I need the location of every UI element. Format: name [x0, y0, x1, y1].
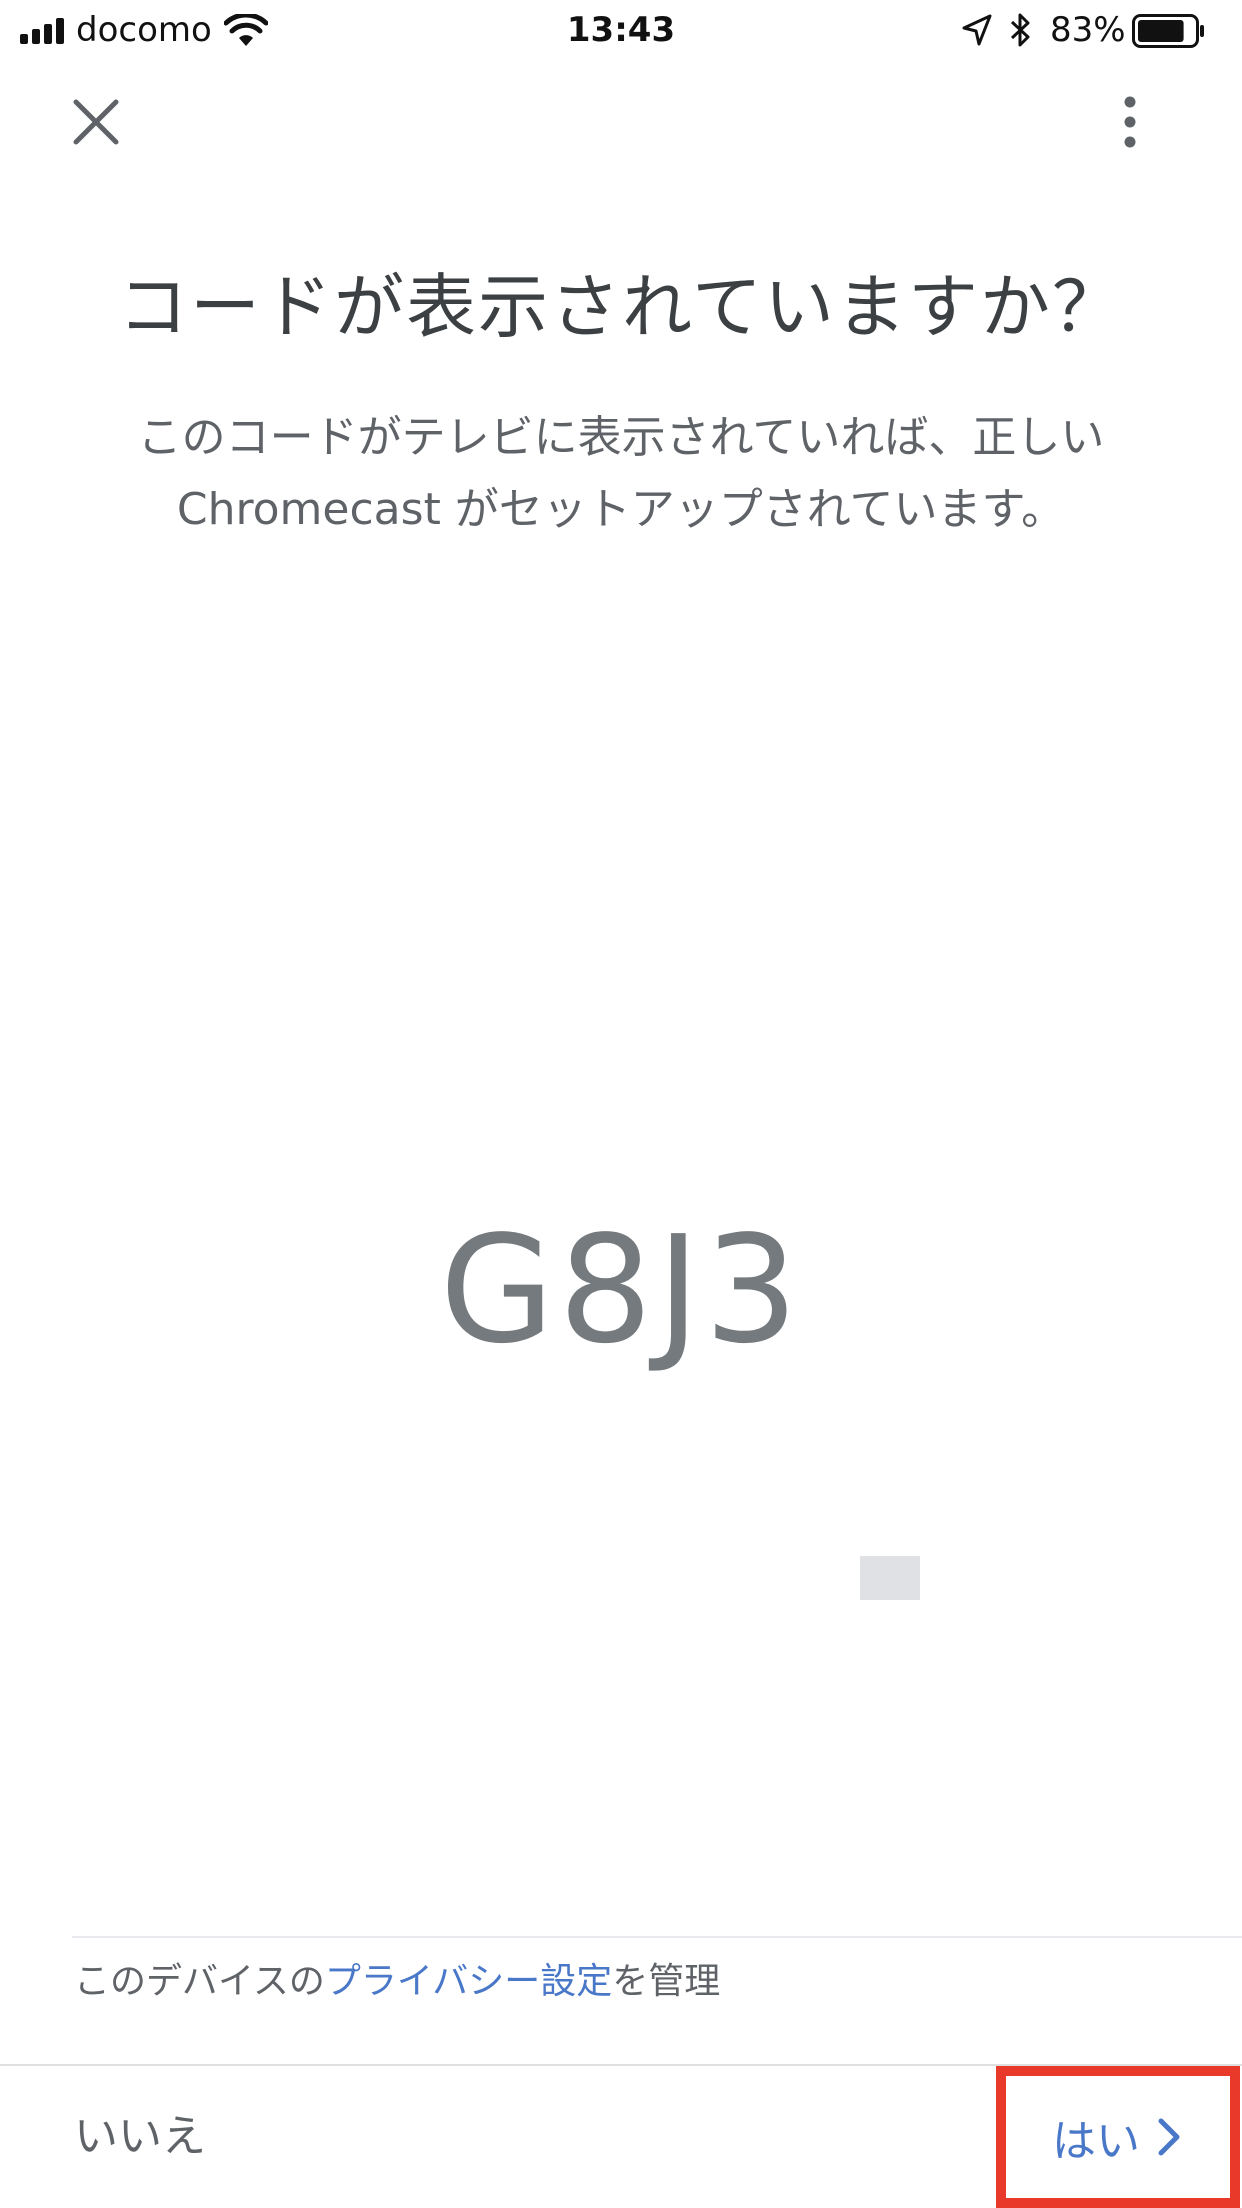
no-button[interactable]: いいえ	[74, 2102, 206, 2172]
description: このコードがテレビに表示されていれば、正しい Chromecast がセットアッ…	[60, 402, 1182, 546]
yes-button-label: はい	[1052, 2116, 1140, 2167]
privacy-settings-link[interactable]: プライバシー設定	[325, 1961, 612, 2002]
battery-percent: 83%	[1050, 10, 1126, 50]
description-line-1: このコードがテレビに表示されていれば、正しい	[137, 412, 1105, 463]
location-icon	[962, 14, 992, 46]
chevron-right-icon	[1158, 2118, 1180, 2156]
divider	[72, 1936, 1242, 1938]
more-vertical-icon[interactable]	[1100, 92, 1160, 152]
privacy-prefix: このデバイスの	[74, 1961, 325, 2002]
battery-icon	[1132, 14, 1204, 48]
screen: docomo 13:43 83% コードが表示されていますか？ このコードがテレ…	[0, 0, 1242, 2208]
verification-code: G8J3	[439, 1204, 803, 1376]
privacy-text: このデバイスのプライバシー設定を管理	[74, 1952, 720, 2012]
description-line-2: Chromecast がセットアップされています。	[176, 484, 1066, 535]
yes-button[interactable]: はい	[996, 2066, 1240, 2208]
bluetooth-icon	[1010, 13, 1030, 47]
privacy-suffix: を管理	[612, 1961, 721, 2002]
placeholder-block	[860, 1556, 920, 1600]
page-title: コードが表示されていますか？	[118, 266, 1124, 348]
close-icon[interactable]	[66, 92, 126, 152]
status-bar: docomo 13:43 83%	[0, 0, 1242, 62]
